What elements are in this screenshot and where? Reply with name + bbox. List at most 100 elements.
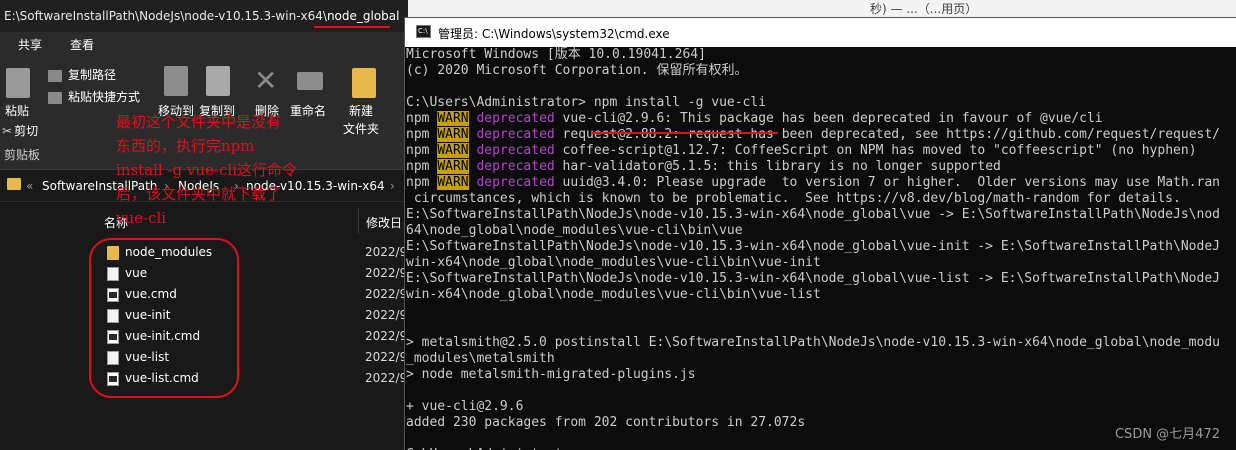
console-line: + vue-cli@2.9.6	[406, 399, 1236, 415]
console-text: har-validator@5.1.5: this library is no …	[554, 159, 1001, 174]
console-text: E:\SoftwareInstallPath\NodeJs\node-v10.1…	[406, 271, 1220, 286]
console-line: win-x64\node_global\node_modules\vue-cli…	[406, 255, 1236, 271]
cut-button[interactable]: ✂ 剪切	[2, 122, 38, 139]
file-date: 2022/9	[365, 287, 408, 301]
paste-shortcut-icon	[48, 91, 62, 104]
column-divider[interactable]	[358, 208, 359, 234]
deprecated-tag: deprecated	[476, 159, 555, 174]
move-to-icon	[164, 66, 188, 96]
annotation-line: vue-cli	[116, 209, 167, 227]
clipboard-icon	[6, 68, 30, 98]
console-text: E:\SoftwareInstallPath\NodeJs\node-v10.1…	[406, 239, 1220, 254]
red-annotation-text: 最初这个文件夹中是没有 东西的，执行完npm install -g vue-cl…	[116, 110, 346, 230]
deprecated-tag: deprecated	[476, 143, 555, 158]
background-window	[408, 0, 1236, 17]
folder-icon	[7, 178, 21, 190]
annotation-line: 东西的，执行完npm	[116, 137, 255, 155]
file-date: 2022/9	[365, 371, 408, 385]
console-text: > node metalsmith-migrated-plugins.js	[406, 367, 696, 382]
cmd-title-text: 管理员: C:\Windows\system32\cmd.exe	[438, 27, 670, 41]
delete-x-icon: ✕	[254, 64, 278, 97]
console-line: 64\node_global\node_modules\vue-cli\bin\…	[406, 223, 1236, 239]
console-line: Microsoft Windows [版本 10.0.19041.264]	[406, 47, 1236, 63]
console-output[interactable]: Microsoft Windows [版本 10.0.19041.264] (c)…	[405, 47, 1236, 450]
warn-tag: WARN	[437, 127, 469, 142]
cut-label: 剪切	[14, 124, 39, 138]
console-text: added 230 packages from 202 contributors…	[406, 415, 806, 430]
new-folder-label-1: 新建	[349, 104, 374, 118]
new-folder-label-2: 文件夹	[343, 122, 380, 136]
new-folder-icon	[352, 68, 376, 98]
clipboard-group-label: 剪贴板	[4, 148, 41, 162]
paste-shortcut-label: 粘贴快捷方式	[68, 90, 141, 104]
console-line: E:\SoftwareInstallPath\NodeJs\node-v10.1…	[406, 207, 1236, 223]
copy-path-label: 复制路径	[68, 68, 117, 82]
console-text: win-x64\node_global\node_modules\vue-cli…	[406, 287, 821, 302]
file-date: 2022/9	[365, 350, 408, 364]
console-text: npm	[406, 175, 438, 190]
copy-path-icon	[48, 69, 62, 82]
console-line: added 230 packages from 202 contributors…	[406, 415, 1236, 431]
file-date: 2022/9	[365, 245, 408, 259]
console-text: npm	[406, 127, 438, 142]
tab-view[interactable]: 查看	[70, 36, 94, 53]
tab-share[interactable]: 共享	[18, 36, 42, 53]
console-text: uuid@3.4.0: Please upgrade to version 7 …	[554, 175, 1221, 190]
console-text: request@2.88.2: request has been depreca…	[554, 127, 1221, 142]
scissors-icon: ✂	[2, 124, 13, 138]
console-line: > node metalsmith-migrated-plugins.js	[406, 367, 1236, 383]
console-text: coffee-script@1.12.7: CoffeeScript on NP…	[554, 143, 1197, 158]
title-path-last: node_global	[326, 9, 400, 23]
console-text: npm	[406, 143, 438, 158]
rename-icon	[297, 72, 323, 90]
deprecated-tag: deprecated	[476, 175, 555, 190]
title-underline-annotation	[314, 26, 390, 28]
cmd-title-bar[interactable]: C:\ 管理员: C:\Windows\system32\cmd.exe	[405, 18, 1236, 47]
console-text: vue-cli@2.9.6: This package has been dep…	[554, 111, 1103, 126]
file-date: 2022/9	[365, 308, 408, 322]
breadcrumb-overflow-icon[interactable]: «	[26, 179, 33, 193]
console-text: _modules\metalsmith	[406, 351, 555, 366]
console-text: C:\Users\Administrator> npm install -g v…	[406, 95, 767, 110]
console-text: 64\node_global\node_modules\vue-cli\bin\…	[406, 223, 743, 238]
console-text: + vue-cli@2.9.6	[406, 399, 524, 414]
console-line: npm WARN deprecated vue-cli@2.9.6: This …	[406, 111, 1236, 127]
command-underline-annotation	[592, 132, 778, 134]
ribbon-tabs: 共享 查看	[0, 32, 408, 58]
console-line: _modules\metalsmith	[406, 351, 1236, 367]
chevron-right-icon[interactable]: ›	[390, 179, 395, 193]
file-date: 2022/9	[365, 266, 408, 280]
console-text: npm	[406, 111, 438, 126]
console-line: > metalsmith@2.5.0 postinstall E:\Softwa…	[406, 335, 1236, 351]
copy-to-icon	[206, 66, 230, 96]
console-line: npm WARN deprecated har-validator@5.1.5:…	[406, 159, 1236, 175]
deprecated-tag: deprecated	[476, 127, 555, 142]
warn-tag: WARN	[437, 175, 469, 190]
red-circle-annotation	[89, 238, 239, 398]
watermark: CSDN @七月472	[1114, 427, 1220, 442]
warn-tag: WARN	[437, 159, 469, 174]
background-window-text: 秒) — ...（...用页）	[870, 2, 978, 16]
column-header-modified[interactable]: 修改日	[366, 214, 402, 231]
copy-path-button[interactable]: 复制路径	[48, 66, 116, 83]
console-line: E:\SoftwareInstallPath\NodeJs\node-v10.1…	[406, 271, 1236, 287]
console-line: C:\Users\Administrator> npm install -g v…	[406, 95, 1236, 111]
console-text: npm	[406, 159, 438, 174]
paste-label: 粘贴	[5, 104, 30, 118]
deprecated-tag: deprecated	[476, 111, 555, 126]
cmd-window: C:\ 管理员: C:\Windows\system32\cmd.exe Mic…	[404, 17, 1236, 450]
warn-tag: WARN	[437, 111, 469, 126]
annotation-line: 后，该文件夹中就下载了	[116, 185, 282, 203]
desktop: 秒) — ...（...用页） E:\SoftwareInstallPath\N…	[0, 0, 1236, 450]
console-text: > metalsmith@2.5.0 postinstall E:\Softwa…	[406, 335, 1220, 350]
paste-shortcut-button[interactable]: 粘贴快捷方式	[48, 88, 140, 105]
console-text: E:\SoftwareInstallPath\NodeJs\node-v10.1…	[406, 207, 1220, 222]
annotation-line: install -g vue-cli这行命令	[116, 161, 298, 179]
console-line: win-x64\node_global\node_modules\vue-cli…	[406, 287, 1236, 303]
annotation-line: 最初这个文件夹中是没有	[116, 113, 282, 131]
console-text: win-x64\node_global\node_modules\vue-cli…	[406, 255, 821, 270]
